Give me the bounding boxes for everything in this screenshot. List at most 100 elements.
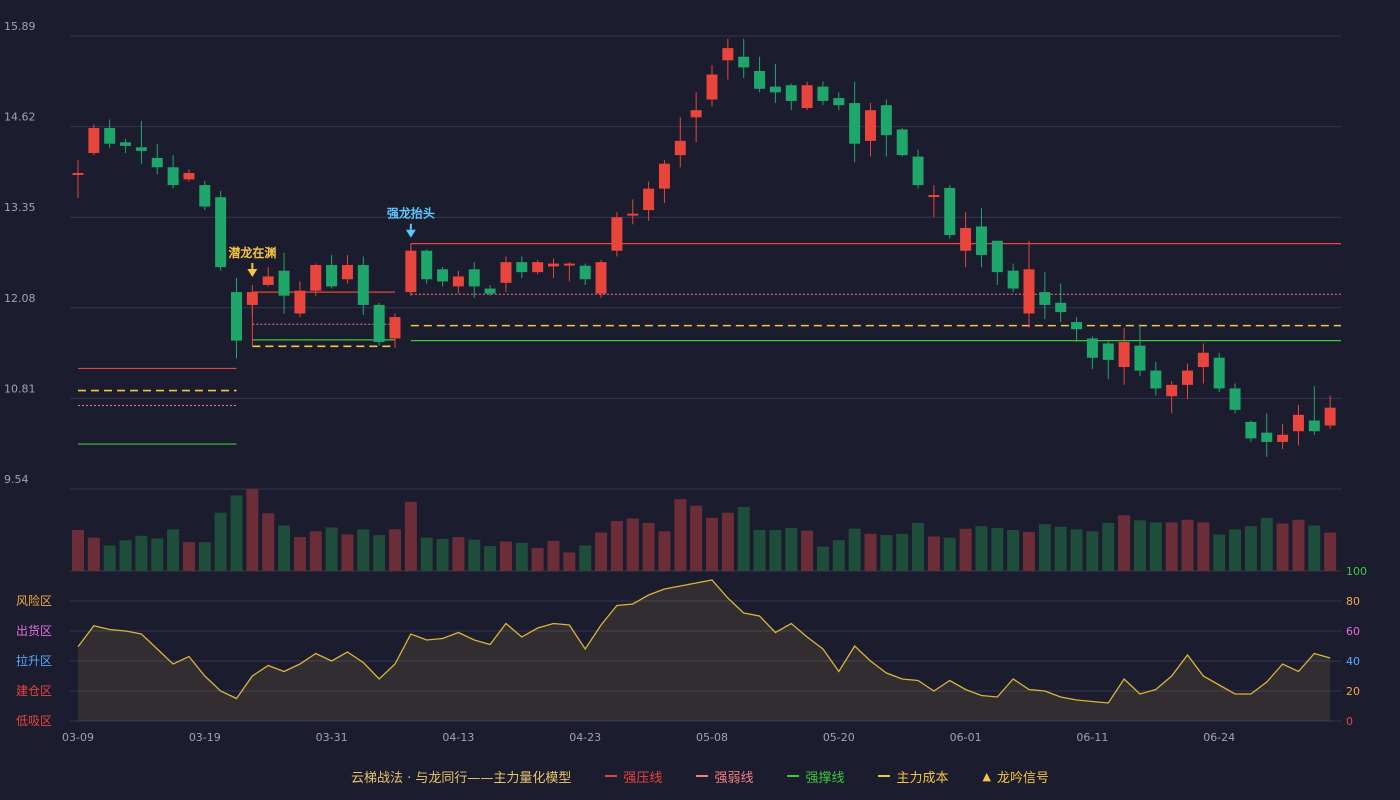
zone-label: 拉升区 <box>16 653 52 668</box>
candle <box>135 120 147 164</box>
candle <box>104 119 116 149</box>
volume-bar <box>167 529 180 571</box>
candle-body <box>658 163 670 189</box>
volume-bar <box>848 528 861 571</box>
candle-body <box>183 172 195 180</box>
volume-bar <box>626 518 639 571</box>
volume-bar <box>1054 526 1067 571</box>
candle-body <box>88 128 100 153</box>
volume-bar <box>373 535 386 571</box>
volume-bar <box>468 539 481 571</box>
candle <box>1245 420 1257 442</box>
candle-body <box>167 167 179 186</box>
candle-body <box>1007 270 1019 289</box>
candle <box>151 143 163 175</box>
volume-bar <box>151 538 164 571</box>
candlestick-chart: 15.89 14.62 13.35 12.08 10.81 9.54 潜龙在渊 强龙抬头 100… <box>4 20 1367 744</box>
candle-body <box>1182 370 1193 385</box>
candle <box>1292 404 1304 446</box>
volume-bar <box>991 528 1004 571</box>
candle-body <box>563 263 575 266</box>
candle <box>1261 413 1273 457</box>
volume-bar <box>87 537 100 571</box>
volume-bar <box>436 538 449 571</box>
volume-bar <box>293 537 306 571</box>
candle <box>880 99 892 157</box>
volume-bar <box>1213 534 1226 571</box>
candle <box>865 103 876 157</box>
legend-label-signal: 龙吟信号 <box>996 770 1049 786</box>
legend-label-cost: 主力成本 <box>896 770 949 786</box>
x-tick-label: 06-11 <box>1076 731 1108 744</box>
volume-bar <box>119 540 132 571</box>
volume-bar <box>341 534 354 571</box>
volume-bar <box>135 535 148 571</box>
candle-body <box>849 103 861 144</box>
candle <box>1150 362 1162 396</box>
volume-bar <box>1070 529 1083 571</box>
volume-bar <box>325 527 338 571</box>
volume-bar <box>864 533 877 571</box>
volume-bar <box>753 530 766 571</box>
candle-body <box>326 264 338 287</box>
volume-bar <box>1038 524 1051 571</box>
candle <box>548 258 559 278</box>
candle <box>817 81 829 106</box>
candle <box>278 252 290 314</box>
candle-body <box>135 147 147 151</box>
legend-swatch-cost <box>878 775 891 777</box>
candle <box>1277 424 1289 450</box>
volume-bar <box>1260 517 1273 571</box>
signal-arrow-icon <box>247 268 258 277</box>
zone-label: 低吸区 <box>16 714 52 728</box>
candle <box>706 65 718 107</box>
candle <box>246 284 258 315</box>
legend-item-support: 强撑线 <box>787 767 844 786</box>
candle-body <box>516 262 528 273</box>
volume-bar <box>785 528 798 571</box>
candle-body <box>722 48 734 61</box>
volume-bar <box>943 537 956 571</box>
candle <box>690 92 702 143</box>
volume-bar <box>1244 526 1257 571</box>
legend-label-weak: 强弱线 <box>714 770 754 786</box>
legend-label-resist: 强压线 <box>623 770 663 786</box>
candle <box>532 260 544 275</box>
volume-bar <box>610 521 623 571</box>
candle <box>215 190 227 271</box>
volume-bar <box>198 542 211 571</box>
candle-body <box>865 110 876 141</box>
candle-body <box>1071 322 1083 330</box>
candle-body <box>643 188 655 211</box>
volume-bar <box>1086 531 1099 571</box>
candle <box>389 313 401 348</box>
candle <box>1308 386 1320 435</box>
candle <box>643 181 655 221</box>
candle <box>120 138 132 153</box>
volume-bar <box>595 532 608 571</box>
candle <box>452 270 464 294</box>
candle-body <box>944 187 956 236</box>
candle-body <box>310 264 322 291</box>
candle <box>722 38 734 80</box>
candle <box>231 277 242 359</box>
volume-bar <box>1324 532 1337 571</box>
indicator-axis-label: 100 <box>1346 565 1367 578</box>
volume-bar <box>230 495 243 571</box>
candle <box>611 212 623 257</box>
volume-bar <box>1023 531 1035 571</box>
candle-body <box>532 262 544 273</box>
candle <box>1086 336 1098 370</box>
volume-bar <box>880 535 893 571</box>
candle-body <box>975 226 987 256</box>
legend-label-support: 强撑线 <box>805 770 845 786</box>
candle-body <box>1308 420 1320 432</box>
x-tick-label: 03-19 <box>189 731 221 744</box>
candle-body <box>104 128 116 144</box>
volume-bar <box>579 545 592 571</box>
candle-body <box>785 85 797 101</box>
candle <box>1229 383 1241 414</box>
candle <box>1039 272 1051 320</box>
candle-body <box>500 262 512 283</box>
candle <box>1166 381 1178 414</box>
